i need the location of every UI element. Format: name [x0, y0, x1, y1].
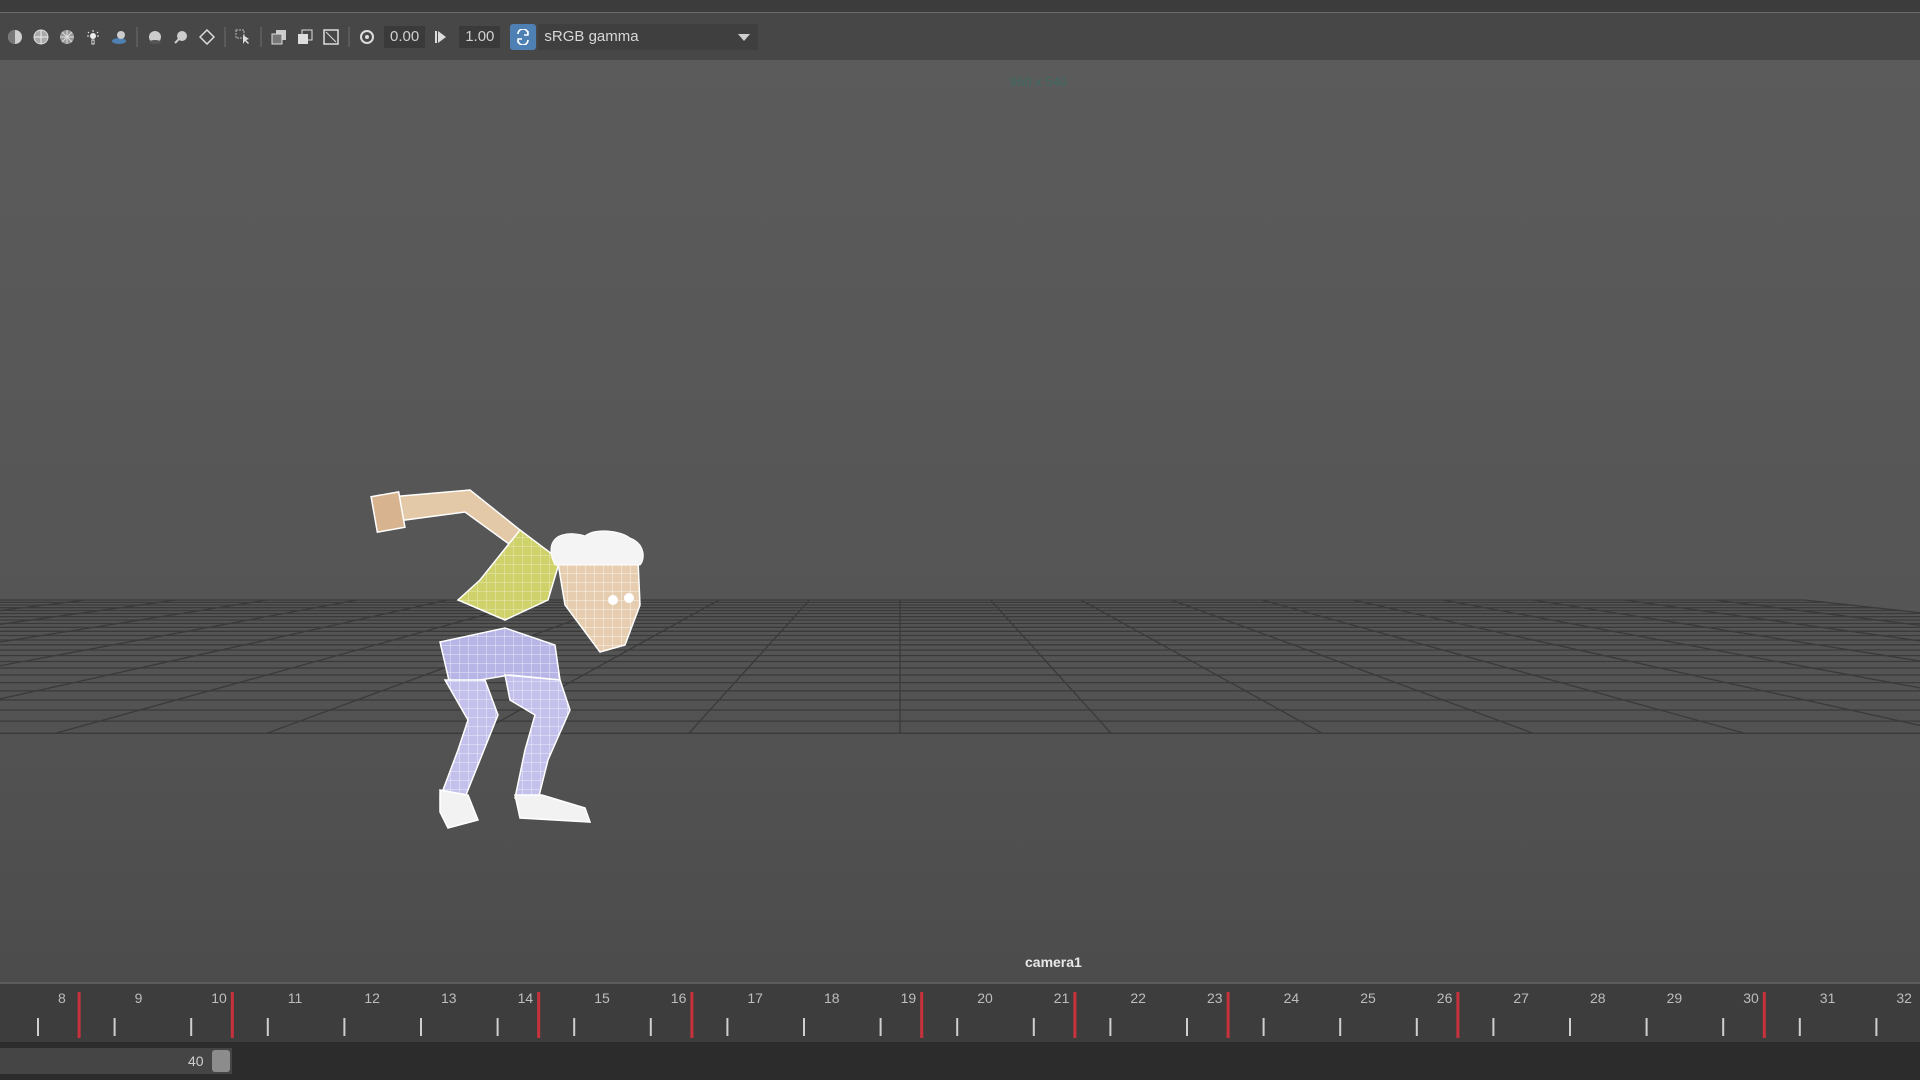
keyframe-marker — [230, 992, 234, 1038]
frame-number: 23 — [1207, 990, 1223, 1006]
frame-number: 15 — [594, 990, 610, 1006]
toolbar-divider — [348, 26, 350, 47]
range-slider-handle[interactable] — [212, 1050, 230, 1072]
viewport-toolbar: 0.00 1.00 sRGB gamma — [0, 13, 1920, 60]
frame-number: 8 — [58, 990, 66, 1006]
sphere-icon[interactable] — [143, 25, 167, 49]
camera-gate-icon[interactable] — [267, 25, 291, 49]
resolution-gate-icon[interactable] — [293, 25, 317, 49]
gamma-field[interactable]: 1.00 — [459, 25, 501, 48]
keyframe-marker — [1762, 992, 1766, 1038]
exposure-icon[interactable] — [355, 25, 379, 49]
toolbar-divider — [224, 26, 226, 47]
sphere-alt-icon[interactable] — [169, 25, 193, 49]
shadow-icon[interactable] — [107, 25, 131, 49]
frame-number: 9 — [135, 990, 143, 1006]
range-slider-bar: 40 — [0, 1042, 1920, 1080]
keyframe-marker — [920, 992, 924, 1038]
frame-number: 26 — [1437, 990, 1453, 1006]
range-end-value: 40 — [188, 1053, 204, 1069]
frame-number: 31 — [1820, 990, 1836, 1006]
timeline[interactable]: 8 9 10 11 12 13 14 15 16 17 18 19 20 21 22 23 24 25 26 27 28… — [0, 982, 1920, 1042]
select-icon[interactable] — [231, 25, 255, 49]
color-space-value: sRGB gamma — [544, 27, 639, 45]
frame-number: 11 — [288, 990, 303, 1006]
frame-number: 16 — [671, 990, 687, 1006]
camera-label: camera1 — [1025, 954, 1082, 970]
keyframe-marker — [690, 992, 694, 1038]
frame-number: 13 — [441, 990, 457, 1006]
keyframe-marker — [77, 992, 81, 1038]
chevron-down-icon — [738, 33, 751, 41]
gamma-icon[interactable] — [430, 25, 454, 49]
frame-icon[interactable] — [319, 25, 343, 49]
shade-icon[interactable] — [3, 25, 27, 49]
isolate-icon[interactable] — [195, 25, 219, 49]
color-management-button[interactable] — [510, 23, 537, 50]
color-space-dropdown[interactable]: sRGB gamma — [538, 23, 759, 50]
frame-number: 21 — [1054, 990, 1070, 1006]
frame-number: 30 — [1743, 990, 1759, 1006]
frame-number: 18 — [824, 990, 840, 1006]
frame-number: 25 — [1360, 990, 1376, 1006]
keyframe-marker — [537, 992, 541, 1038]
frame-number: 12 — [364, 990, 380, 1006]
frame-number: 17 — [747, 990, 763, 1006]
keyframe-marker — [1226, 992, 1230, 1038]
exposure-field[interactable]: 0.00 — [384, 25, 426, 48]
keyframe-marker — [1073, 992, 1077, 1038]
textured-icon[interactable] — [55, 25, 79, 49]
frame-number: 28 — [1590, 990, 1606, 1006]
lighting-icon[interactable] — [81, 25, 105, 49]
keyframe-marker — [1456, 992, 1460, 1038]
character-model — [370, 489, 644, 829]
3d-viewport[interactable]: 960 x 540 camera1 — [0, 60, 1920, 982]
frame-number: 27 — [1513, 990, 1529, 1006]
frame-number: 19 — [901, 990, 917, 1006]
timeline-ruler: 8 9 10 11 12 13 14 15 16 17 18 19 20 21 22 23 24 25 26 27 28… — [37, 990, 1912, 1038]
color-management-icon — [517, 28, 530, 45]
frame-number: 32 — [1896, 990, 1912, 1006]
frame-number: 14 — [518, 990, 534, 1006]
frame-number: 22 — [1130, 990, 1146, 1006]
toolbar-divider — [260, 26, 262, 47]
toolbar-divider — [136, 26, 138, 47]
frame-number: 10 — [211, 990, 227, 1006]
top-strip — [0, 0, 1920, 13]
frame-number: 29 — [1667, 990, 1683, 1006]
wireframe-shade-icon[interactable] — [29, 25, 53, 49]
frame-number: 20 — [977, 990, 993, 1006]
frame-number: 24 — [1284, 990, 1300, 1006]
